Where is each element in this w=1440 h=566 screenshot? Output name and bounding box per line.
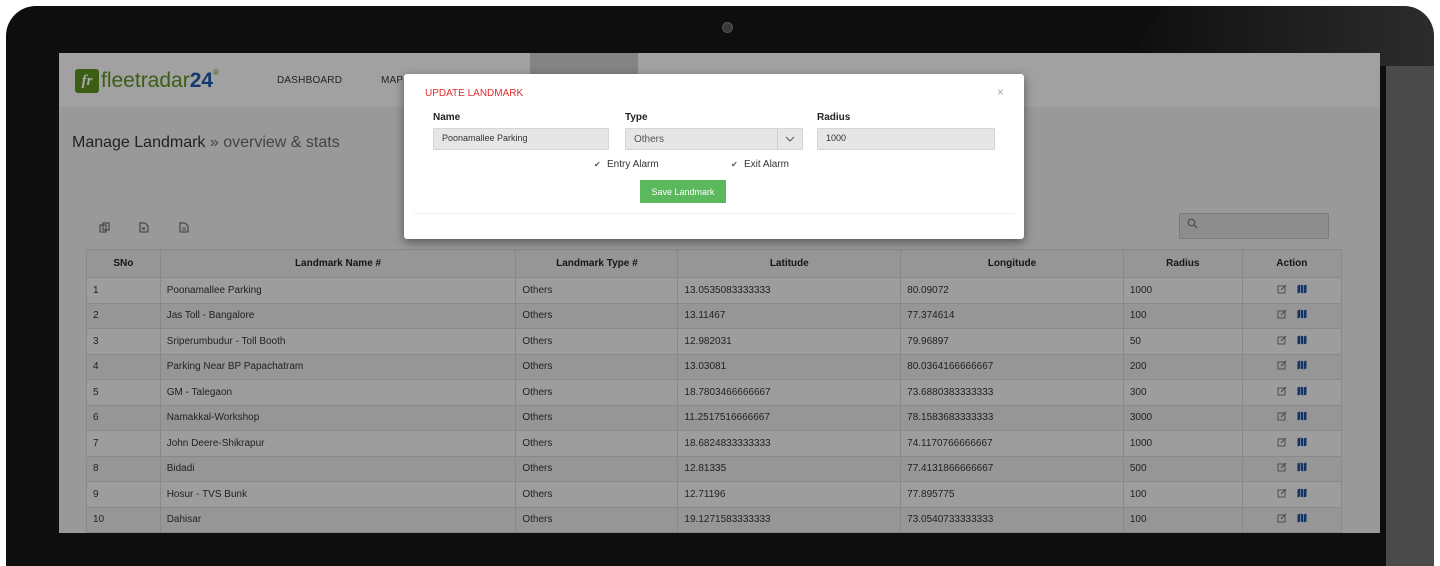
radius-field[interactable]: 1000: [817, 128, 995, 150]
check-icon: ✔: [731, 160, 738, 169]
exit-alarm-checkbox[interactable]: ✔ Exit Alarm: [731, 159, 789, 170]
check-icon: ✔: [594, 160, 601, 169]
chevron-down-icon: [777, 129, 802, 149]
app-screen: fr fleetradar24 ® DASHBOARD MAP Manage L…: [59, 53, 1380, 533]
exit-alarm-label: Exit Alarm: [744, 159, 790, 170]
save-landmark-button[interactable]: Save Landmark: [640, 180, 726, 203]
update-landmark-modal: UPDATE LANDMARK × Name Poonamallee Parki…: [404, 74, 1024, 239]
modal-title: UPDATE LANDMARK: [425, 88, 524, 99]
type-selected-value: Others: [634, 134, 665, 145]
name-label: Name: [433, 112, 461, 123]
entry-alarm-label: Entry Alarm: [607, 159, 659, 170]
modal-divider: [414, 213, 1014, 214]
close-icon[interactable]: ×: [997, 85, 1004, 99]
bezel-reflection-side: [1386, 66, 1434, 566]
camera-icon: [722, 22, 733, 33]
radius-label: Radius: [817, 112, 851, 123]
type-label: Type: [625, 112, 648, 123]
name-field[interactable]: Poonamallee Parking: [433, 128, 609, 150]
entry-alarm-checkbox[interactable]: ✔ Entry Alarm: [594, 159, 659, 170]
type-select[interactable]: Others: [625, 128, 803, 150]
